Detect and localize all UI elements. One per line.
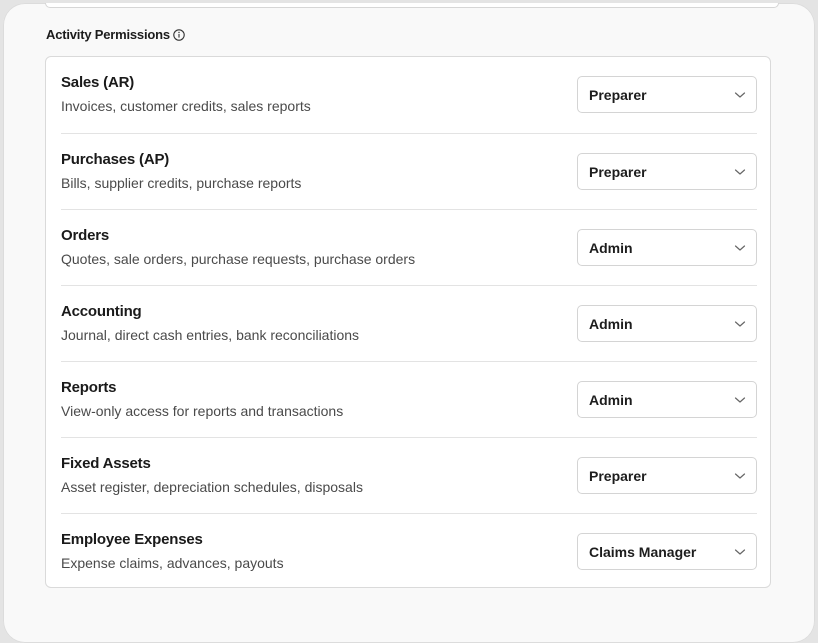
role-select-accounting[interactable]: Admin: [577, 305, 757, 342]
permission-title: Sales (AR): [61, 74, 135, 91]
permission-description: View-only access for reports and transac…: [61, 403, 344, 419]
permission-row-employee-expenses: Employee Expenses Expense claims, advanc…: [61, 513, 757, 589]
chevron-down-icon: [734, 245, 746, 251]
chevron-down-icon: [734, 92, 746, 98]
permission-title: Employee Expenses: [61, 531, 203, 548]
permission-description: Journal, direct cash entries, bank recon…: [61, 327, 360, 343]
permission-description: Asset register, depreciation schedules, …: [61, 479, 363, 495]
chevron-down-icon: [734, 473, 746, 479]
role-select-value: Claims Manager: [589, 544, 697, 560]
permission-description: Expense claims, advances, payouts: [61, 555, 284, 571]
chevron-down-icon: [734, 397, 746, 403]
role-select-value: Preparer: [589, 87, 647, 103]
app-frame: Activity Permissions Sales (AR) Invoices…: [3, 3, 815, 643]
role-select-value: Preparer: [589, 164, 647, 180]
role-select-fixed-assets[interactable]: Preparer: [577, 457, 757, 494]
previous-section-edge: [45, 3, 779, 8]
permission-title: Orders: [61, 227, 109, 244]
permission-row-accounting: Accounting Journal, direct cash entries,…: [61, 285, 757, 361]
info-icon[interactable]: [173, 28, 185, 41]
chevron-down-icon: [734, 549, 746, 555]
permission-description: Quotes, sale orders, purchase requests, …: [61, 251, 416, 267]
permission-title: Reports: [61, 379, 117, 396]
permission-row-purchases: Purchases (AP) Bills, supplier credits, …: [61, 133, 757, 209]
role-select-value: Admin: [589, 240, 633, 256]
role-select-value: Admin: [589, 316, 633, 332]
permission-description: Bills, supplier credits, purchase report…: [61, 175, 302, 191]
section-header: Activity Permissions: [46, 27, 185, 42]
permission-title: Purchases (AP): [61, 151, 170, 168]
role-select-value: Preparer: [589, 468, 647, 484]
permission-title: Fixed Assets: [61, 455, 151, 472]
role-select-purchases[interactable]: Preparer: [577, 153, 757, 190]
role-select-employee-expenses[interactable]: Claims Manager: [577, 533, 757, 570]
permission-description: Invoices, customer credits, sales report…: [61, 98, 311, 114]
permission-row-fixed-assets: Fixed Assets Asset register, depreciatio…: [61, 437, 757, 513]
permission-row-reports: Reports View-only access for reports and…: [61, 361, 757, 437]
chevron-down-icon: [734, 321, 746, 327]
role-select-orders[interactable]: Admin: [577, 229, 757, 266]
permission-title: Accounting: [61, 303, 142, 320]
permissions-card: Sales (AR) Invoices, customer credits, s…: [45, 56, 771, 588]
role-select-sales[interactable]: Preparer: [577, 76, 757, 113]
section-title: Activity Permissions: [46, 27, 170, 42]
permission-row-orders: Orders Quotes, sale orders, purchase req…: [61, 209, 757, 285]
role-select-value: Admin: [589, 392, 633, 408]
role-select-reports[interactable]: Admin: [577, 381, 757, 418]
chevron-down-icon: [734, 169, 746, 175]
permission-row-sales: Sales (AR) Invoices, customer credits, s…: [61, 57, 757, 133]
